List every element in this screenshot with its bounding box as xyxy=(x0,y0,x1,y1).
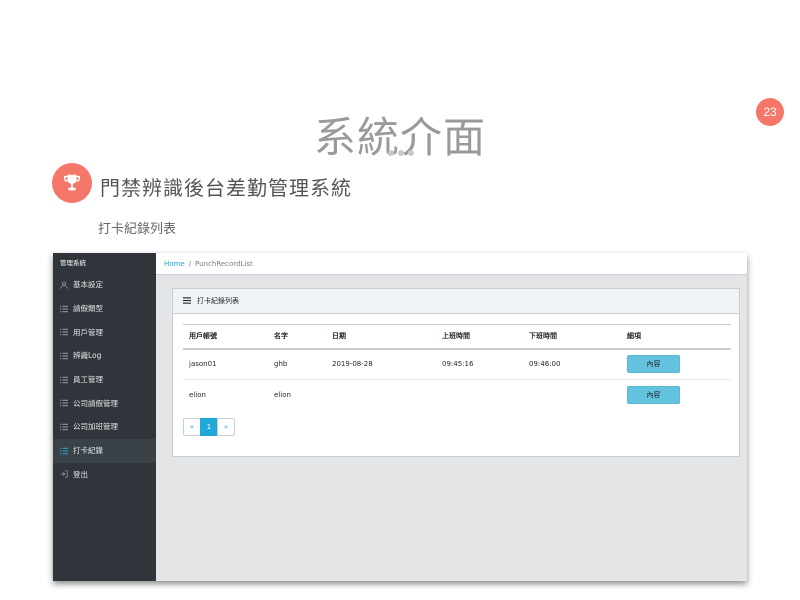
punch-record-card: 打卡紀錄列表 用戶帳號 名字 日期 上班時間 下班時間 細項 jason01 g… xyxy=(172,288,740,457)
menu-icon xyxy=(183,296,191,306)
column-header: 下班時間 xyxy=(523,324,621,350)
sidebar-item-logout[interactable]: 登出 xyxy=(53,463,156,487)
sidebar-item-user-management[interactable]: 用戶管理 xyxy=(53,320,156,344)
app-window: 管理系統 基本設定 請假類型 用戶管理 辨識Log 員工管理 公司請假管理 公司… xyxy=(53,253,747,581)
card-header: 打卡紀錄列表 xyxy=(173,289,739,314)
detail-button[interactable]: 內容 xyxy=(627,386,680,405)
breadcrumb-current: PunchRecordList xyxy=(195,259,253,268)
pagination-next-button[interactable]: » xyxy=(217,417,235,436)
cell-out-time: 09:46:00 xyxy=(523,348,621,380)
cell-name: ghb xyxy=(268,348,326,380)
sidebar-item-label: 登出 xyxy=(73,469,88,479)
pagination-page-button[interactable]: 1 xyxy=(200,417,218,436)
sidebar-item-company-leave[interactable]: 公司請假管理 xyxy=(53,391,156,415)
card-title: 打卡紀錄列表 xyxy=(197,297,239,305)
main-content: Home / PunchRecordList 打卡紀錄列表 用戶帳號 名字 日期 xyxy=(156,253,747,581)
sidebar-item-label: 打卡紀錄 xyxy=(73,446,103,456)
card-body: 用戶帳號 名字 日期 上班時間 下班時間 細項 jason01 ghb 2019 xyxy=(173,314,739,446)
sidebar-item-punch-records[interactable]: 打卡紀錄 xyxy=(53,438,156,463)
sidebar-item-label: 公司請假管理 xyxy=(73,398,118,408)
breadcrumb-home-link[interactable]: Home xyxy=(164,260,185,268)
title-dots-decoration xyxy=(388,150,414,156)
punch-record-table: 用戶帳號 名字 日期 上班時間 下班時間 細項 jason01 ghb 2019 xyxy=(183,324,731,411)
cell-account: elion xyxy=(189,391,206,400)
cell-date xyxy=(326,380,436,411)
trophy-icon xyxy=(52,163,92,203)
sidebar-item-label: 辨識Log xyxy=(73,351,102,361)
sidebar-item-leave-types[interactable]: 請假類型 xyxy=(53,297,156,321)
sidebar-brand[interactable]: 管理系統 xyxy=(53,253,156,273)
logout-icon xyxy=(60,470,68,478)
cell-out-time xyxy=(523,380,621,411)
table-row: jason01 ghb 2019-08-28 09:45:16 09:46:00… xyxy=(183,348,731,380)
sidebar-item-recognition-log[interactable]: 辨識Log xyxy=(53,344,156,368)
column-header: 日期 xyxy=(326,324,436,350)
sidebar-item-label: 基本設定 xyxy=(73,280,103,290)
cell-action: 內容 xyxy=(621,380,731,411)
cell-date: 2019-08-28 xyxy=(326,348,436,380)
breadcrumb-separator: / xyxy=(188,259,192,268)
page-number-badge: 23 xyxy=(756,98,784,126)
cell-name: elion xyxy=(274,391,291,400)
cell-account: jason01 xyxy=(183,348,268,380)
column-header: 上班時間 xyxy=(436,324,523,350)
column-header: 名字 xyxy=(268,324,326,350)
list-icon xyxy=(60,376,68,384)
cell-in-time: 09:45:16 xyxy=(436,348,523,380)
sidebar-item-employee-management[interactable]: 員工管理 xyxy=(53,368,156,392)
list-icon xyxy=(60,399,68,407)
sidebar-item-label: 員工管理 xyxy=(73,375,103,385)
column-header: 細項 xyxy=(621,324,731,350)
table-row: elion elion 內容 xyxy=(183,380,731,411)
user-icon xyxy=(60,281,68,289)
system-name-heading: 門禁辨識後台差勤管理系統 xyxy=(100,176,352,200)
detail-button[interactable]: 內容 xyxy=(627,355,680,374)
sidebar-item-label: 用戶管理 xyxy=(73,327,103,337)
list-icon xyxy=(60,328,68,336)
sidebar-item-label: 公司加班管理 xyxy=(73,422,118,432)
sidebar-item-basic-settings[interactable]: 基本設定 xyxy=(53,273,156,297)
table-header-row: 用戶帳號 名字 日期 上班時間 下班時間 細項 xyxy=(183,324,731,350)
sidebar-item-label: 請假類型 xyxy=(73,304,103,314)
sidebar-item-company-overtime[interactable]: 公司加班管理 xyxy=(53,415,156,439)
section-label: 打卡紀錄列表 xyxy=(98,222,177,237)
list-icon xyxy=(60,352,68,360)
sidebar: 管理系統 基本設定 請假類型 用戶管理 辨識Log 員工管理 公司請假管理 公司… xyxy=(53,253,156,581)
pagination-prev-button[interactable]: « xyxy=(183,417,201,436)
breadcrumb: Home / PunchRecordList xyxy=(156,253,747,275)
column-header: 用戶帳號 xyxy=(183,324,268,350)
list-icon xyxy=(60,305,68,313)
list-icon xyxy=(60,423,68,431)
pagination: « 1 » xyxy=(183,417,729,436)
cell-action: 內容 xyxy=(621,348,731,380)
cell-in-time xyxy=(436,380,523,411)
list-icon xyxy=(60,447,68,455)
